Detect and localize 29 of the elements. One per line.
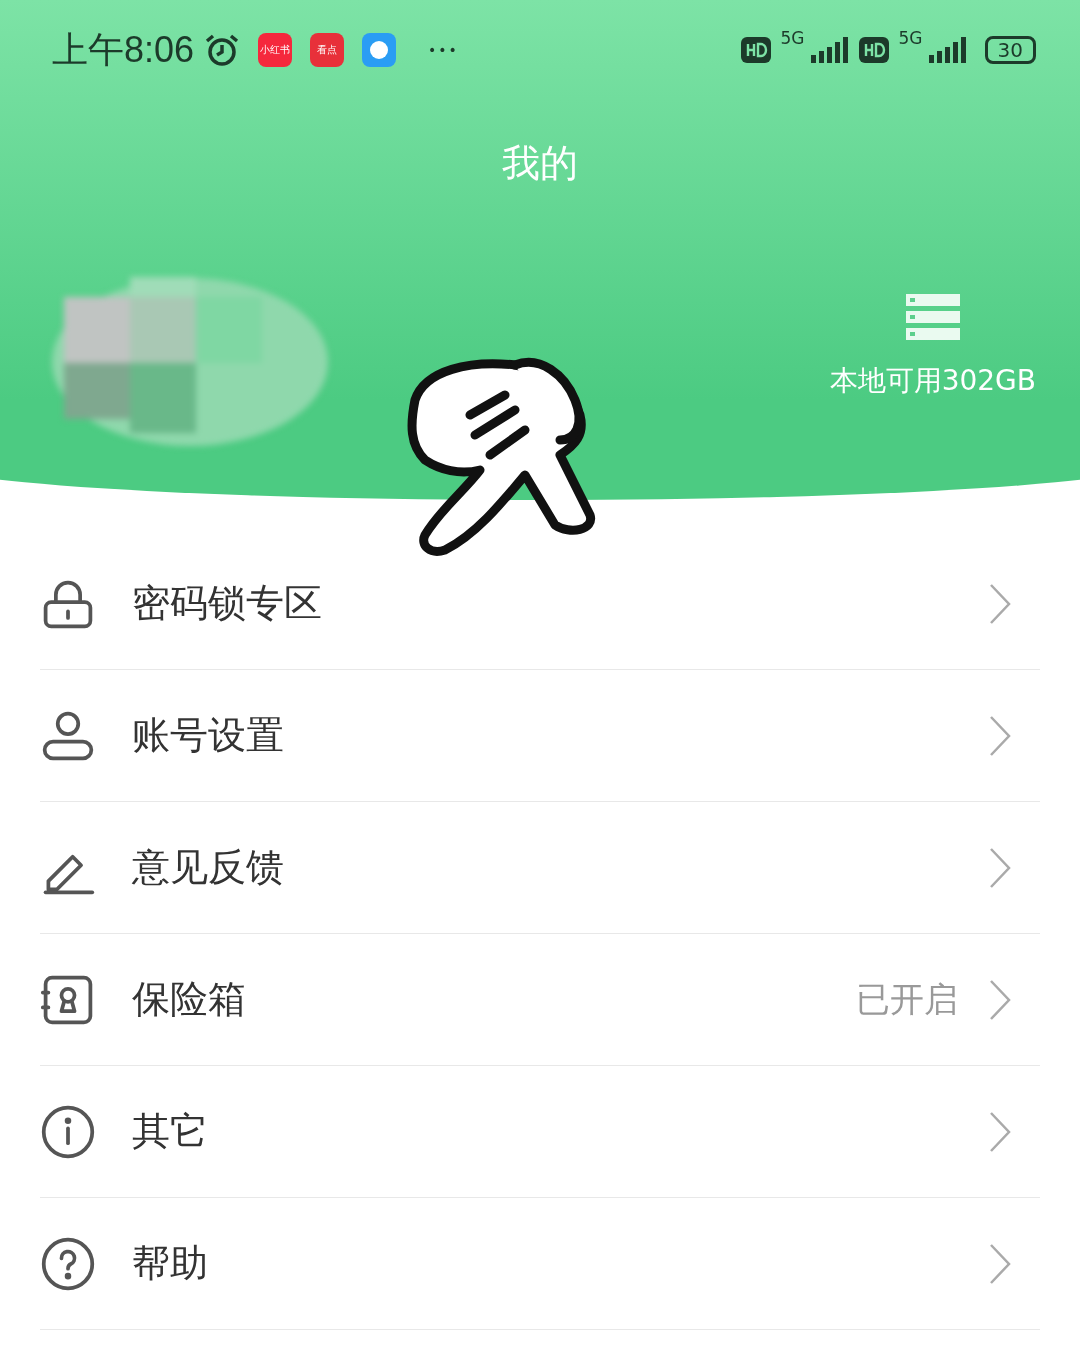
menu-item[interactable]: 帮助 (40, 1198, 1040, 1330)
menu-label: 意见反馈 (132, 844, 284, 891)
storage-icon (905, 294, 960, 340)
menu-label: 密码锁专区 (132, 580, 322, 627)
alarm-icon (204, 32, 241, 68)
app-icon: 看点 (310, 33, 345, 67)
menu-label: 其它 (132, 1108, 208, 1155)
menu-label: 保险箱 (132, 976, 246, 1023)
hd-icon (858, 37, 889, 63)
status-value: 已开启 (856, 977, 958, 1021)
menu-item[interactable]: 其它 (40, 1066, 1040, 1198)
page-title: 我的 (501, 140, 579, 187)
app-icon: 小红书 (258, 33, 293, 67)
hd-icon (740, 37, 771, 63)
more-notifications: ••• (428, 42, 459, 58)
menu-item[interactable]: 保险箱 已开启 (40, 934, 1040, 1066)
menu-label: 账号设置 (132, 712, 284, 759)
network-type: 5G (780, 28, 805, 48)
help-icon (40, 1235, 96, 1292)
battery-level: 30 (984, 36, 1036, 64)
status-time: 上午8:06 (52, 27, 195, 72)
storage-available: 本地可用302GB (829, 363, 1036, 399)
network-type: 5G (898, 28, 923, 48)
info-icon (40, 1103, 96, 1160)
signal-icon (926, 37, 967, 63)
menu-item[interactable]: 意见反馈 (40, 802, 1040, 934)
menu-label: 帮助 (132, 1240, 208, 1287)
signal-icon (808, 37, 849, 63)
menu-item[interactable]: 账号设置 (40, 670, 1040, 802)
